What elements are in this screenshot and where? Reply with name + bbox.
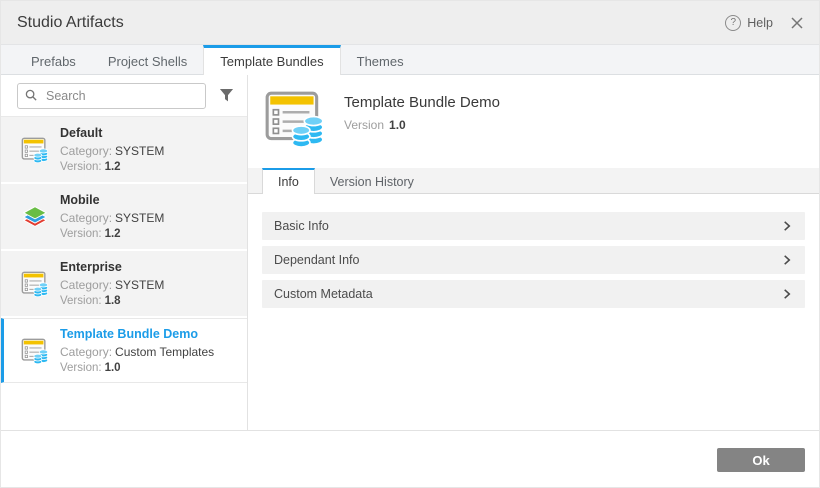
search-input[interactable]: [17, 83, 206, 109]
detail-titleblock: Template Bundle Demo Version 1.0: [344, 86, 500, 168]
detail-version-value: 1.0: [389, 118, 406, 132]
tab-project-shells[interactable]: Project Shells: [92, 45, 203, 74]
search-icon: [25, 89, 38, 107]
category-label: Category:: [60, 144, 112, 158]
accordion-label: Dependant Info: [274, 253, 360, 267]
search-row: [1, 75, 247, 117]
version-value: 1.2: [105, 228, 121, 240]
item-title: Enterprise: [60, 260, 164, 274]
item-text: Enterprise Category:SYSTEM Version:1.8: [60, 260, 164, 307]
accordion-label: Custom Metadata: [274, 287, 373, 301]
artifact-list: Default Category:SYSTEM Version:1.2 Mobi…: [1, 117, 247, 430]
version-value: 1.8: [105, 295, 121, 307]
info-sections: Basic Info Dependant Info Custom Metadat…: [248, 194, 819, 430]
category-label: Category:: [60, 345, 112, 359]
tab-info[interactable]: Info: [262, 168, 315, 194]
ok-button[interactable]: Ok: [717, 448, 805, 472]
detail-panel: Template Bundle Demo Version 1.0 Info Ver…: [248, 75, 819, 430]
tab-prefabs[interactable]: Prefabs: [15, 45, 92, 74]
item-text: Mobile Category:SYSTEM Version:1.2: [60, 193, 164, 240]
category-value: SYSTEM: [115, 278, 164, 292]
accordion-dependant-info[interactable]: Dependant Info: [262, 246, 805, 274]
accordion-basic-info[interactable]: Basic Info: [262, 212, 805, 240]
detail-version: Version 1.0: [344, 118, 500, 132]
category-value: Custom Templates: [115, 345, 214, 359]
dialog-title: Studio Artifacts: [17, 14, 124, 32]
item-title: Template Bundle Demo: [60, 327, 214, 341]
version-value: 1.0: [105, 362, 121, 374]
main-tab-bar: Prefabs Project Shells Template Bundles …: [1, 45, 819, 75]
version-label: Version:: [60, 161, 102, 173]
studio-artifacts-dialog: Studio Artifacts Help Prefabs Project Sh…: [0, 0, 820, 488]
item-title: Mobile: [60, 193, 164, 207]
accordion-custom-metadata[interactable]: Custom Metadata: [262, 280, 805, 308]
chevron-right-icon: [781, 254, 793, 266]
category-label: Category:: [60, 211, 112, 225]
list-item-mobile[interactable]: Mobile Category:SYSTEM Version:1.2: [1, 184, 247, 249]
close-icon[interactable]: [789, 15, 805, 31]
detail-version-label: Version: [344, 118, 384, 132]
help-label: Help: [747, 16, 773, 30]
list-item-default[interactable]: Default Category:SYSTEM Version:1.2: [1, 117, 247, 182]
chevron-right-icon: [781, 288, 793, 300]
category-value: SYSTEM: [115, 211, 164, 225]
version-label: Version:: [60, 295, 102, 307]
detail-title: Template Bundle Demo: [344, 94, 500, 111]
chevron-right-icon: [781, 220, 793, 232]
category-label: Category:: [60, 278, 112, 292]
titlebar-actions: Help: [725, 15, 805, 31]
item-title: Default: [60, 126, 164, 140]
item-text: Template Bundle Demo Category:Custom Tem…: [60, 327, 214, 374]
category-value: SYSTEM: [115, 144, 164, 158]
bundle-icon: [20, 336, 50, 366]
list-item-enterprise[interactable]: Enterprise Category:SYSTEM Version:1.8: [1, 251, 247, 316]
help-icon: [725, 15, 741, 31]
titlebar: Studio Artifacts Help: [1, 1, 819, 45]
accordion-label: Basic Info: [274, 219, 329, 233]
detail-header: Template Bundle Demo Version 1.0: [248, 75, 819, 168]
version-label: Version:: [60, 228, 102, 240]
detail-tab-bar: Info Version History: [248, 168, 819, 194]
filter-icon[interactable]: [216, 86, 237, 105]
tab-version-history[interactable]: Version History: [315, 168, 429, 193]
bundle-icon: [20, 269, 50, 299]
tab-themes[interactable]: Themes: [341, 45, 420, 74]
dialog-footer: Ok: [1, 430, 819, 487]
item-text: Default Category:SYSTEM Version:1.2: [60, 126, 164, 173]
bundle-icon-large: [262, 86, 328, 152]
sidebar: Default Category:SYSTEM Version:1.2 Mobi…: [1, 75, 248, 430]
tab-template-bundles[interactable]: Template Bundles: [203, 45, 340, 75]
help-button[interactable]: Help: [725, 15, 773, 31]
version-value: 1.2: [105, 161, 121, 173]
dialog-body: Default Category:SYSTEM Version:1.2 Mobi…: [1, 75, 819, 430]
version-label: Version:: [60, 362, 102, 374]
list-item-template-bundle-demo[interactable]: Template Bundle Demo Category:Custom Tem…: [1, 318, 247, 383]
layers-icon: [20, 202, 50, 232]
bundle-icon: [20, 135, 50, 165]
search-wrap: [17, 83, 206, 109]
